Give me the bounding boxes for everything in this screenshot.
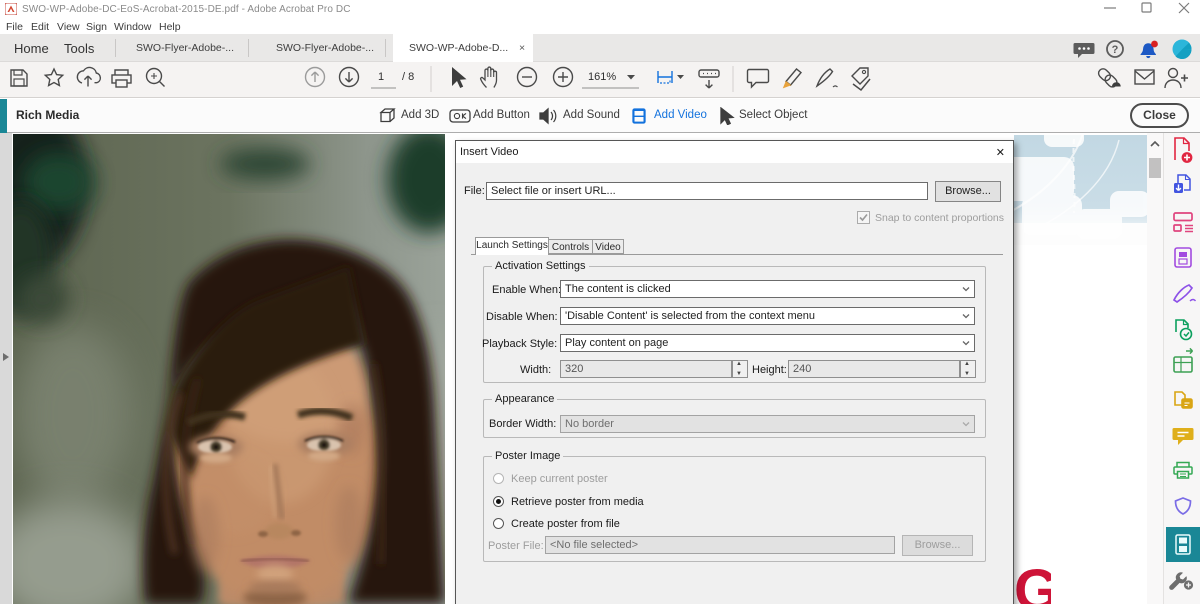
svg-text:G: G — [1015, 564, 1051, 604]
svg-text:?: ? — [1112, 44, 1119, 56]
